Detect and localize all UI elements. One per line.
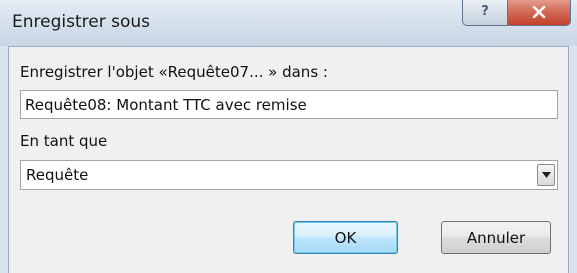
as-type-label: En tant que bbox=[20, 132, 108, 150]
dropdown-button[interactable] bbox=[537, 164, 555, 186]
close-icon bbox=[532, 5, 546, 18]
help-button[interactable]: ? bbox=[462, 0, 508, 26]
name-field[interactable] bbox=[21, 91, 557, 118]
close-button[interactable] bbox=[507, 0, 571, 26]
chevron-down-icon bbox=[541, 172, 551, 178]
dialog-body: Enregistrer l'objet «Requête07... » dans… bbox=[8, 46, 569, 273]
title-bar: Enregistrer sous ? bbox=[0, 0, 577, 46]
type-select[interactable]: Requête bbox=[20, 160, 558, 190]
ok-button[interactable]: OK bbox=[293, 221, 398, 254]
help-icon: ? bbox=[481, 4, 489, 19]
type-select-value: Requête bbox=[26, 166, 89, 184]
name-field-box[interactable] bbox=[20, 90, 558, 119]
save-object-label: Enregistrer l'objet «Requête07... » dans… bbox=[20, 63, 328, 81]
cancel-button[interactable]: Annuler bbox=[441, 221, 551, 254]
window-title: Enregistrer sous bbox=[12, 12, 150, 32]
